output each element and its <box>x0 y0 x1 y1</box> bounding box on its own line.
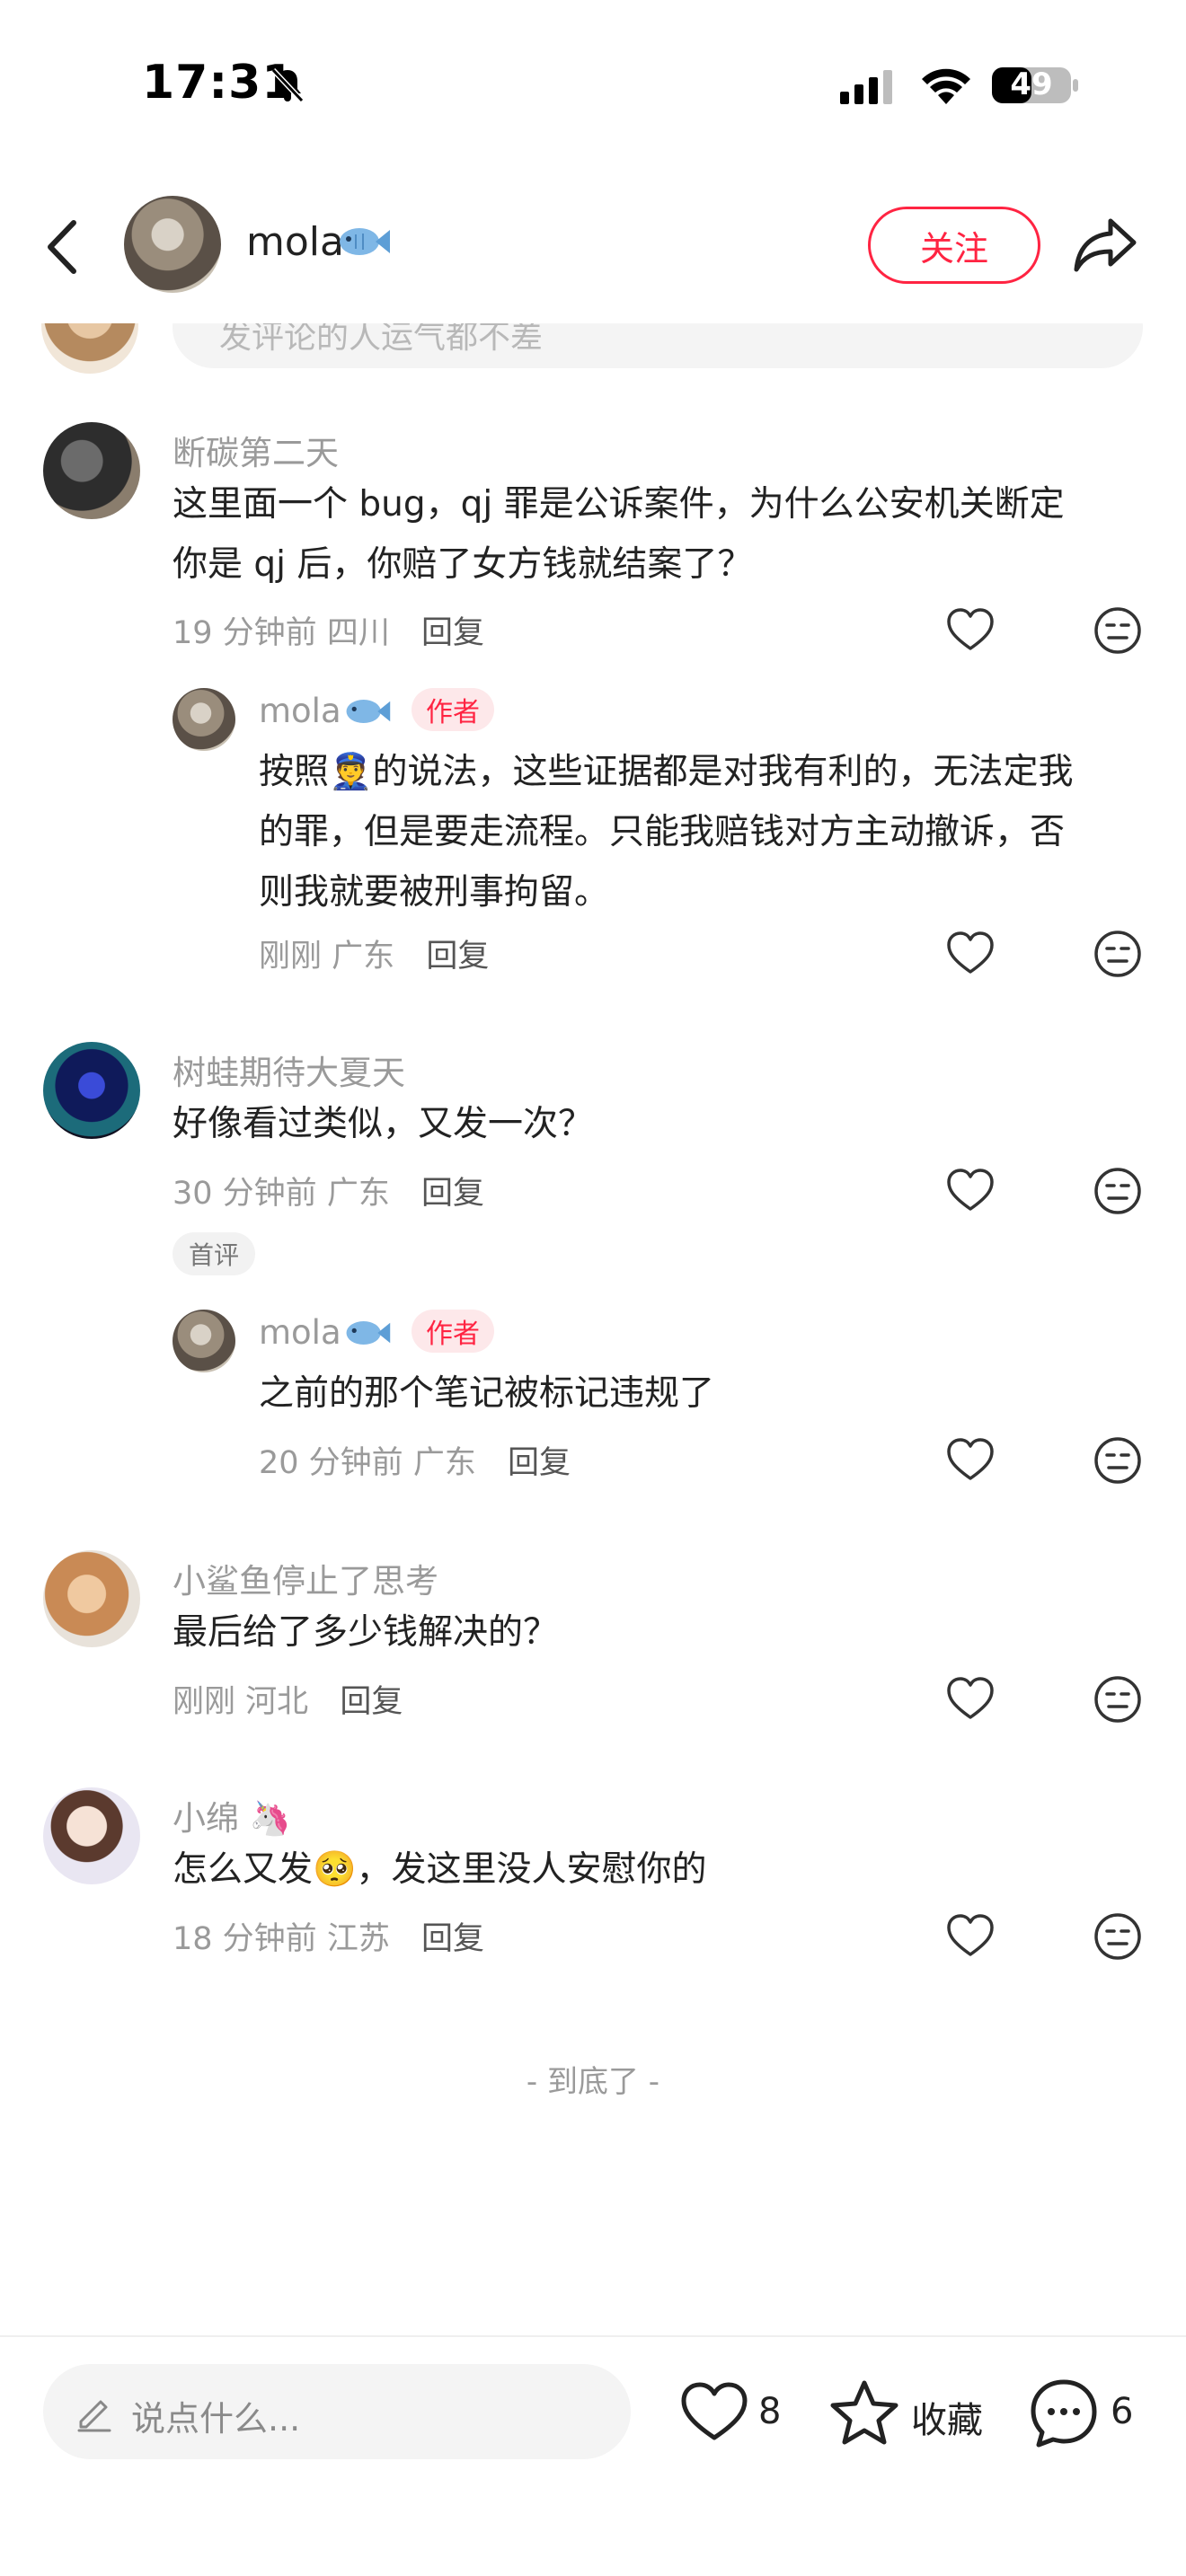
reply-location: 广东 <box>332 939 395 975</box>
comment-location: 四川 <box>326 615 390 651</box>
comment-text[interactable]: 好像看过类似，又发一次？ <box>173 1094 1134 1154</box>
comment-count: 6 <box>1111 2391 1134 2432</box>
reply-text-line: 按照👮的说法，这些证据都是对我有利的，无法定我 <box>259 752 1074 792</box>
comment-location: 河北 <box>245 1684 309 1720</box>
reply-meta: 20 分钟前 广东 回复 <box>259 1437 571 1483</box>
battery-level: 49 <box>1010 66 1053 102</box>
heart-icon[interactable] <box>945 605 996 656</box>
heart-icon[interactable] <box>679 2380 749 2445</box>
neutral-face-icon[interactable] <box>1093 1166 1143 1216</box>
fish-icon <box>340 228 390 255</box>
comment-time: 刚刚 <box>173 1684 236 1720</box>
heart-icon[interactable] <box>945 929 996 979</box>
heart-icon[interactable] <box>945 1435 996 1486</box>
author-badge: 作者 <box>412 1310 494 1353</box>
fish-icon <box>346 699 391 724</box>
heart-icon[interactable] <box>945 1674 996 1725</box>
comment-time: 30 分钟前 <box>173 1176 317 1212</box>
commenter-avatar[interactable] <box>43 1550 140 1647</box>
signal-icon <box>840 70 892 104</box>
neutral-face-icon[interactable] <box>1093 605 1143 656</box>
bottom-divider <box>0 2335 1186 2337</box>
reply-avatar[interactable] <box>173 1310 235 1372</box>
comment-text[interactable]: 怎么又发🥺，发这里没人安慰你的 <box>173 1839 1134 1900</box>
author-name[interactable]: mola <box>246 219 344 265</box>
reply-username[interactable]: mola <box>259 692 341 730</box>
reply-time: 刚刚 <box>259 939 323 975</box>
reply-text-line: 则我就要被刑事拘留。 <box>259 872 610 913</box>
wifi-icon <box>922 68 970 104</box>
chat-bubble-icon[interactable] <box>1028 2377 1100 2448</box>
commenter-name[interactable]: 断碳第二天 <box>173 426 339 474</box>
bell-slash-icon <box>270 67 305 103</box>
reply-button[interactable]: 回复 <box>421 615 484 651</box>
comment-time: 18 分钟前 <box>173 1921 317 1957</box>
top-comment-placeholder: 发评论的人运气都不差 <box>219 322 544 356</box>
neutral-face-icon[interactable] <box>1093 1911 1143 1962</box>
comment-text-line: 好像看过类似，又发一次？ <box>173 1104 594 1144</box>
back-icon[interactable] <box>40 216 90 278</box>
header: mola 关注 <box>0 171 1186 323</box>
comment-meta: 19 分钟前 四川 回复 <box>173 607 484 653</box>
reply-text-line: 的罪，但是要走流程。只能我赔钱对方主动撤诉，否 <box>259 812 1066 852</box>
reply-button[interactable]: 回复 <box>421 1176 484 1212</box>
heart-icon[interactable] <box>945 1911 996 1962</box>
commenter-avatar[interactable] <box>43 1787 140 1884</box>
reply-text[interactable]: 按照👮的说法，这些证据都是对我有利的，无法定我 的罪，但是要走流程。只能我赔钱对… <box>259 742 1157 922</box>
comment-location: 广东 <box>326 1176 390 1212</box>
reply-text-line: 之前的那个笔记被标记违规了 <box>259 1373 715 1414</box>
own-avatar <box>41 322 138 374</box>
end-of-list-text: - 到底了 - <box>526 2064 660 2100</box>
neutral-face-icon[interactable] <box>1093 1435 1143 1486</box>
share-icon[interactable] <box>1071 212 1139 277</box>
pencil-icon <box>77 2400 111 2432</box>
neutral-face-icon[interactable] <box>1093 1674 1143 1725</box>
collect-label[interactable]: 收藏 <box>911 2391 983 2443</box>
reply-location: 广东 <box>412 1445 476 1481</box>
reply-text[interactable]: 之前的那个笔记被标记违规了 <box>259 1363 1157 1424</box>
heart-icon[interactable] <box>945 1166 996 1216</box>
reply-button[interactable]: 回复 <box>426 939 489 975</box>
comment-text-line: 这里面一个 bug，qj 罪是公诉案件，为什么公安机关断定 <box>173 484 1065 525</box>
follow-button[interactable]: 关注 <box>868 207 1040 284</box>
comment-input[interactable]: 说点什么... <box>43 2364 631 2459</box>
reply-time: 20 分钟前 <box>259 1445 403 1481</box>
author-badge: 作者 <box>412 688 494 731</box>
first-comment-badge: 首评 <box>173 1232 256 1275</box>
commenter-name[interactable]: 树蛙期待大夏天 <box>173 1045 405 1094</box>
reply-button[interactable]: 回复 <box>508 1445 571 1481</box>
comment-location: 江苏 <box>326 1921 390 1957</box>
comment-text-line: 怎么又发🥺，发这里没人安慰你的 <box>173 1849 707 1890</box>
comment-text-line: 你是 qj 后，你赔了女方钱就结案了？ <box>173 544 753 585</box>
commenter-name[interactable]: 小鲨鱼停止了思考 <box>173 1554 438 1602</box>
reply-avatar[interactable] <box>173 688 235 751</box>
comment-time: 19 分钟前 <box>173 615 317 651</box>
comment-input-placeholder: 说点什么... <box>131 2399 301 2439</box>
comment-text-line: 最后给了多少钱解决的？ <box>173 1612 559 1653</box>
reply-button[interactable]: 回复 <box>421 1921 484 1957</box>
author-avatar[interactable] <box>124 196 221 293</box>
star-icon[interactable] <box>828 2378 900 2447</box>
commenter-name[interactable]: 小绵 🦄 <box>173 1791 291 1839</box>
comment-meta: 30 分钟前 广东 回复 <box>173 1168 484 1213</box>
comment-meta: 18 分钟前 江苏 回复 <box>173 1913 484 1959</box>
comment-text[interactable]: 这里面一个 bug，qj 罪是公诉案件，为什么公安机关断定 你是 qj 后，你赔… <box>173 474 1134 595</box>
reply-username[interactable]: mola <box>259 1313 341 1352</box>
top-comment-input-partial: 发评论的人运气都不差 <box>0 322 1186 375</box>
neutral-face-icon[interactable] <box>1093 929 1143 979</box>
reply-button[interactable]: 回复 <box>340 1684 403 1720</box>
like-count: 8 <box>758 2391 782 2432</box>
comment-meta: 刚刚 河北 回复 <box>173 1676 403 1722</box>
commenter-avatar[interactable] <box>43 422 140 519</box>
reply-meta: 刚刚 广东 回复 <box>259 931 489 976</box>
fish-icon <box>346 1320 391 1345</box>
commenter-avatar[interactable] <box>43 1042 140 1139</box>
comment-text[interactable]: 最后给了多少钱解决的？ <box>173 1602 1134 1663</box>
status-bar: 17:31 49 <box>0 0 1186 171</box>
